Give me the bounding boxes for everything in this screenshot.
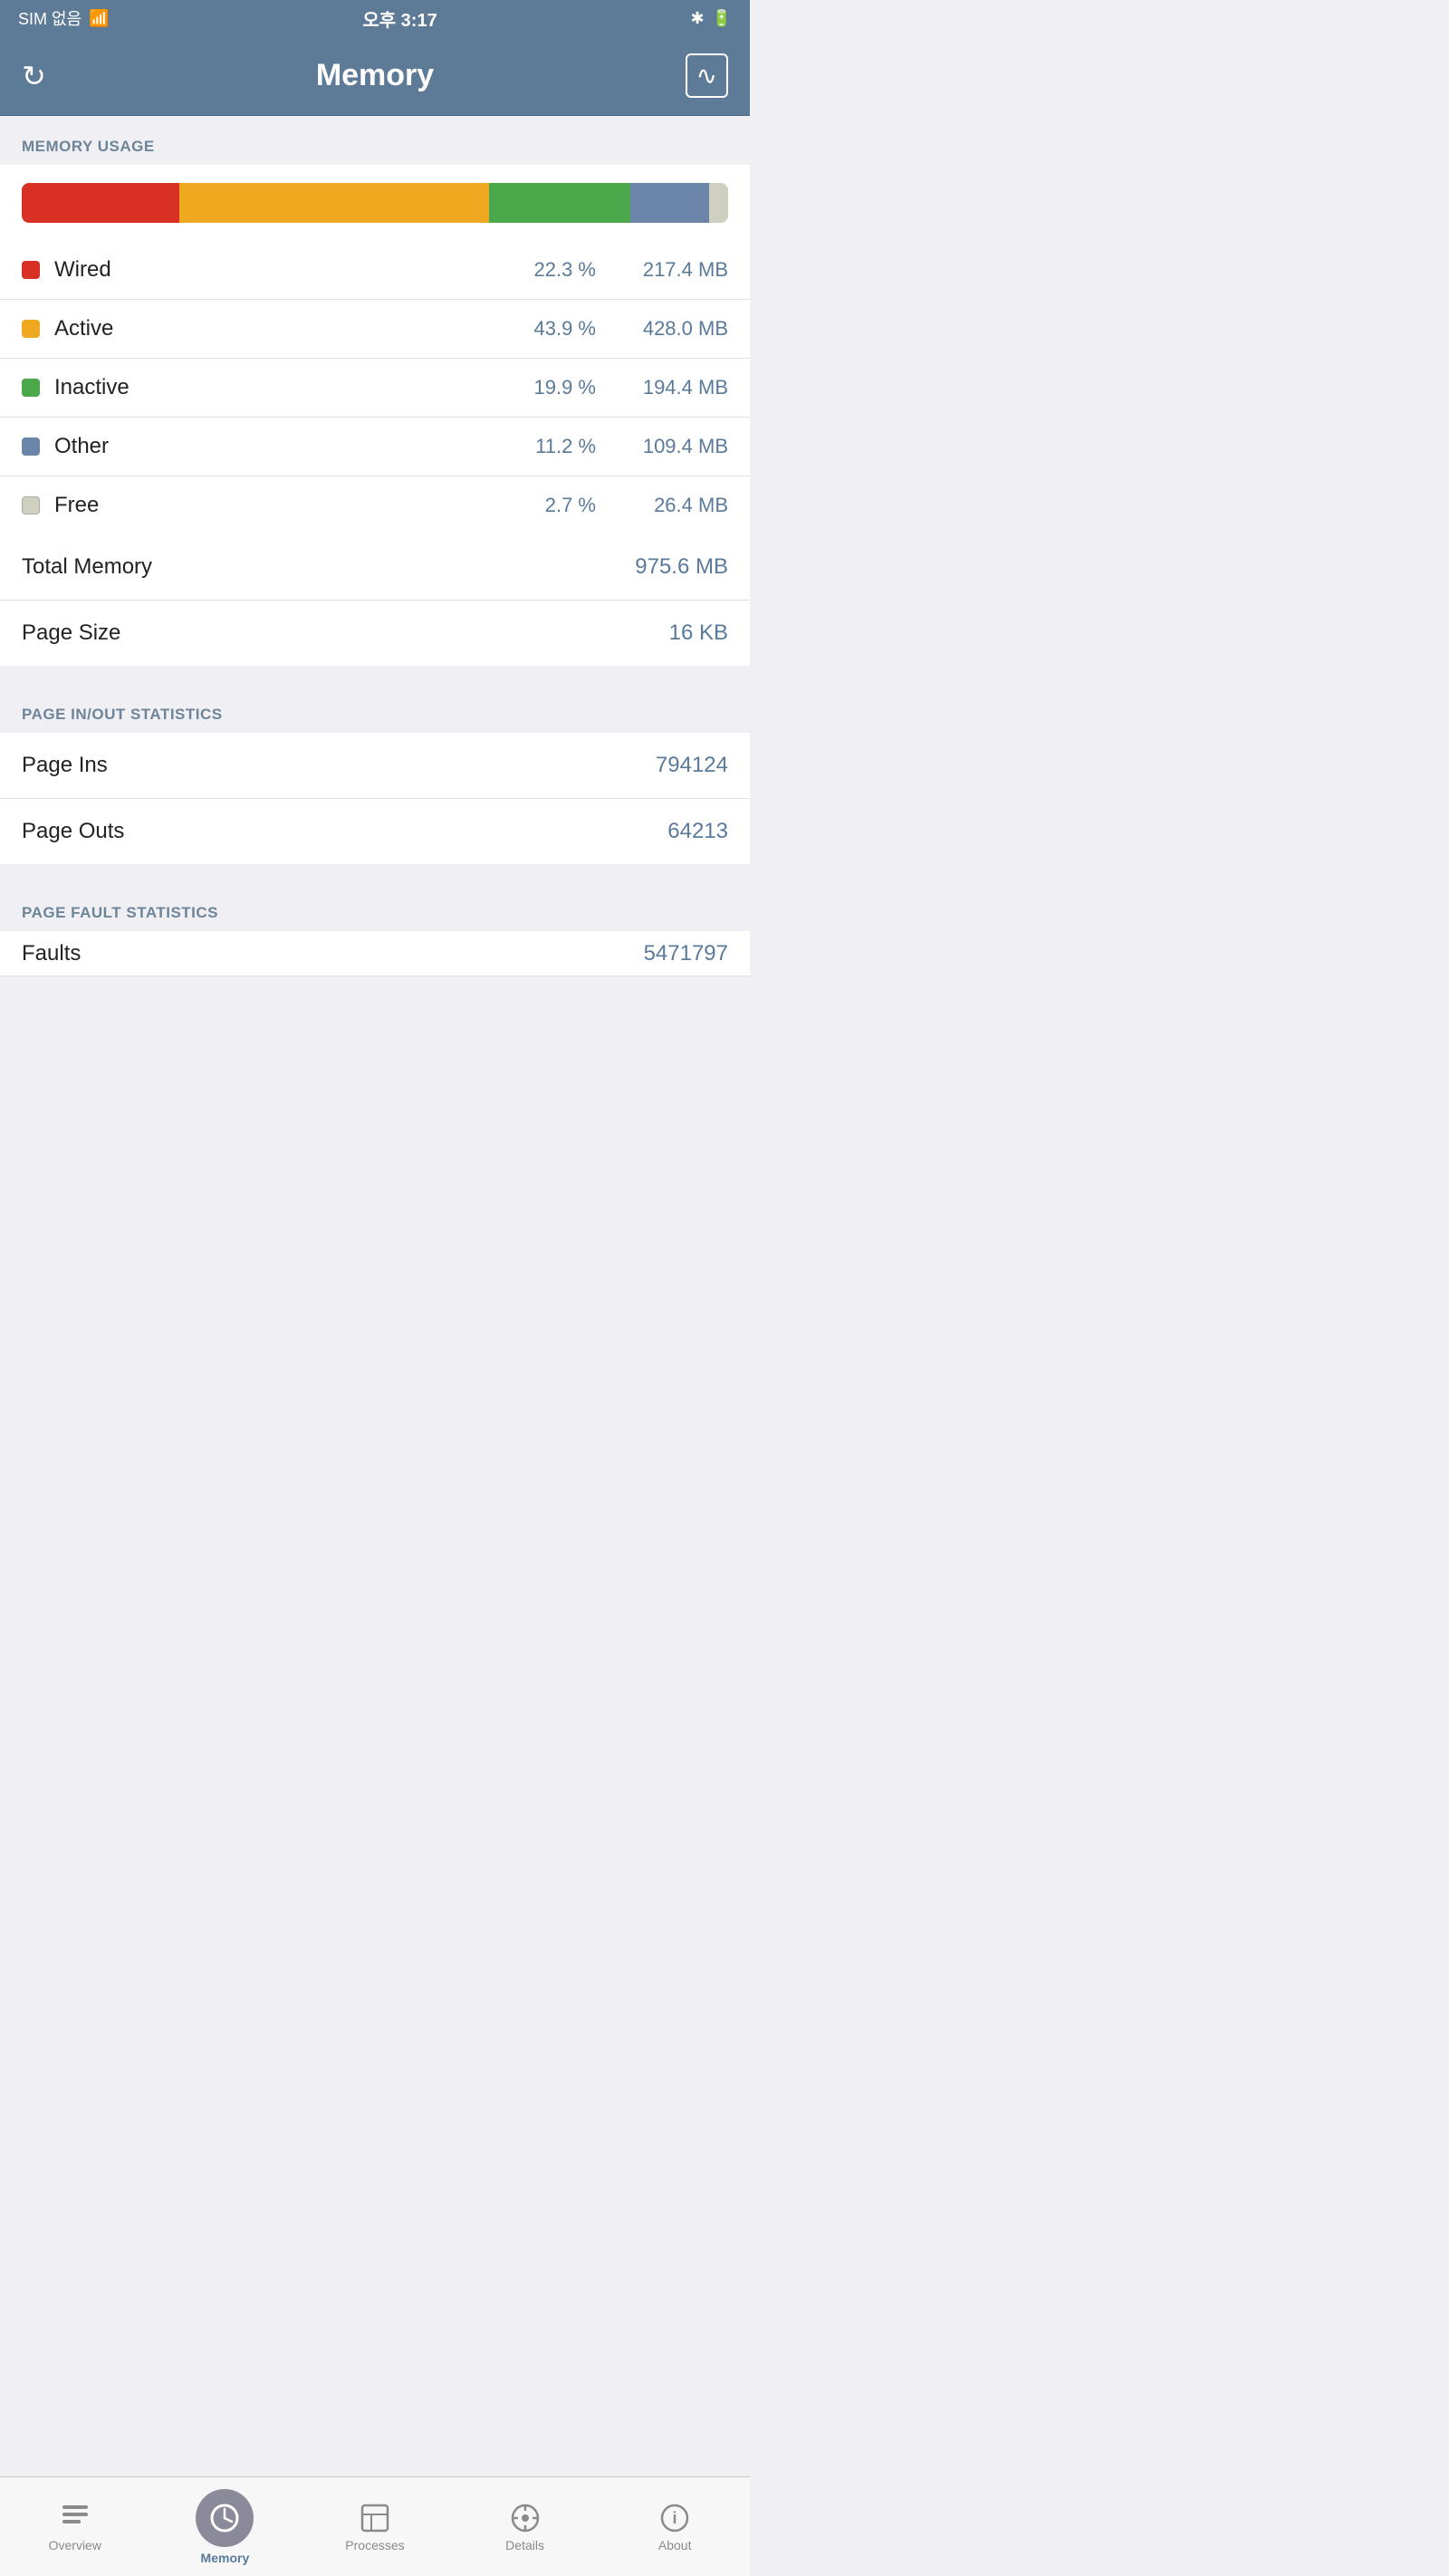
page-size-value: 16 KB — [669, 620, 728, 646]
row-percent: 43.9 % — [505, 317, 596, 341]
row-label: Other — [54, 434, 505, 459]
bluetooth-icon: ✱ — [690, 9, 704, 28]
memory-row: Free2.7 % 26.4 MB — [0, 476, 750, 534]
page-size-row: Page Size 16 KB — [0, 601, 750, 666]
bar-segment — [22, 183, 179, 223]
page-inout-row: Page Ins 794124 — [0, 733, 750, 799]
row-value: 26.4 MB — [610, 494, 728, 517]
memory-row: Active43.9 % 428.0 MB — [0, 300, 750, 359]
row-label: Wired — [54, 257, 505, 283]
memory-row: Wired22.3 % 217.4 MB — [0, 241, 750, 300]
total-memory-label: Total Memory — [22, 554, 152, 580]
memory-row: Inactive19.9 % 194.4 MB — [0, 359, 750, 418]
faults-row-partial: Faults 5471797 — [0, 931, 750, 976]
refresh-button[interactable]: ↻ — [22, 59, 46, 93]
battery-icon: 🔋 — [712, 9, 732, 28]
row-percent: 19.9 % — [505, 376, 596, 399]
status-time: 오후 3:17 — [362, 5, 437, 32]
row-percent: 11.2 % — [505, 435, 596, 458]
tab-about-icon: i — [658, 2502, 691, 2534]
color-dot — [22, 261, 40, 279]
memory-row: Other11.2 % 109.4 MB — [0, 418, 750, 476]
tab-memory-label: Memory — [201, 2551, 250, 2565]
spacer-1 — [0, 666, 750, 684]
row-value: 428.0 MB — [610, 317, 728, 341]
row-percent: 22.3 % — [505, 258, 596, 282]
tab-about[interactable]: i About — [600, 2502, 750, 2552]
tab-memory-icon — [196, 2489, 254, 2547]
memory-bar — [22, 183, 728, 223]
tab-details-label: Details — [505, 2538, 544, 2552]
tab-overview-label: Overview — [49, 2538, 101, 2552]
row-value: 194.4 MB — [610, 376, 728, 399]
bar-segment — [709, 183, 728, 223]
spacer-2 — [0, 864, 750, 882]
bar-segment — [179, 183, 489, 223]
tab-processes-label: Processes — [345, 2538, 404, 2552]
tab-memory[interactable]: Memory — [150, 2489, 301, 2565]
total-memory-row: Total Memory 975.6 MB — [0, 534, 750, 601]
tab-details-icon — [509, 2502, 542, 2534]
page-fault-partial: Faults 5471797 — [0, 931, 750, 976]
color-dot — [22, 379, 40, 397]
faults-label: Faults — [22, 941, 81, 966]
chart-button[interactable]: ∿ — [686, 53, 728, 98]
row-label: Free — [54, 493, 505, 518]
row-value: 217.4 MB — [610, 258, 728, 282]
memory-bar-container — [0, 165, 750, 241]
tab-about-label: About — [658, 2538, 692, 2552]
tab-overview[interactable]: Overview — [0, 2502, 150, 2552]
status-left: SIM 없음 📶 — [18, 6, 110, 30]
color-dot — [22, 320, 40, 338]
color-dot — [22, 496, 40, 514]
stats-row-label: Page Ins — [22, 753, 108, 778]
tab-processes-icon — [359, 2502, 391, 2534]
color-dot — [22, 437, 40, 456]
carrier-text: SIM 없음 — [18, 6, 82, 30]
stats-row-label: Page Outs — [22, 819, 124, 844]
total-memory-value: 975.6 MB — [635, 554, 728, 580]
nav-title: Memory — [316, 58, 434, 93]
page-inout-section-header: PAGE IN/OUT STATISTICS — [0, 684, 750, 733]
page-fault-section-header: PAGE FAULT STATISTICS — [0, 882, 750, 931]
nav-bar: ↻ Memory ∿ — [0, 36, 750, 116]
row-label: Inactive — [54, 375, 505, 400]
summary-rows: Total Memory 975.6 MB Page Size 16 KB — [0, 534, 750, 666]
stats-row-value: 64213 — [667, 819, 728, 844]
wifi-icon: 📶 — [89, 9, 109, 28]
row-percent: 2.7 % — [505, 494, 596, 517]
page-size-label: Page Size — [22, 620, 120, 646]
memory-rows: Wired22.3 % 217.4 MB Active43.9 % 428.0 MB I… — [0, 241, 750, 534]
tab-overview-icon — [59, 2502, 91, 2534]
bar-segment — [489, 183, 629, 223]
tab-processes[interactable]: Processes — [300, 2502, 450, 2552]
row-label: Active — [54, 316, 505, 341]
status-right: ✱ 🔋 — [690, 9, 732, 28]
status-bar: SIM 없음 📶 오후 3:17 ✱ 🔋 — [0, 0, 750, 36]
page-inout-rows: Page Ins 794124 Page Outs 64213 — [0, 733, 750, 864]
tab-bar: Overview Memory Processes Details i About — [0, 2476, 750, 2576]
bar-segment — [630, 183, 709, 223]
faults-value: 5471797 — [644, 941, 728, 966]
svg-text:i: i — [673, 2509, 677, 2527]
page-inout-row: Page Outs 64213 — [0, 799, 750, 864]
tab-details[interactable]: Details — [450, 2502, 600, 2552]
bottom-spacer — [0, 976, 750, 1094]
stats-row-value: 794124 — [656, 753, 728, 778]
row-value: 109.4 MB — [610, 435, 728, 458]
memory-usage-section-header: MEMORY USAGE — [0, 116, 750, 165]
